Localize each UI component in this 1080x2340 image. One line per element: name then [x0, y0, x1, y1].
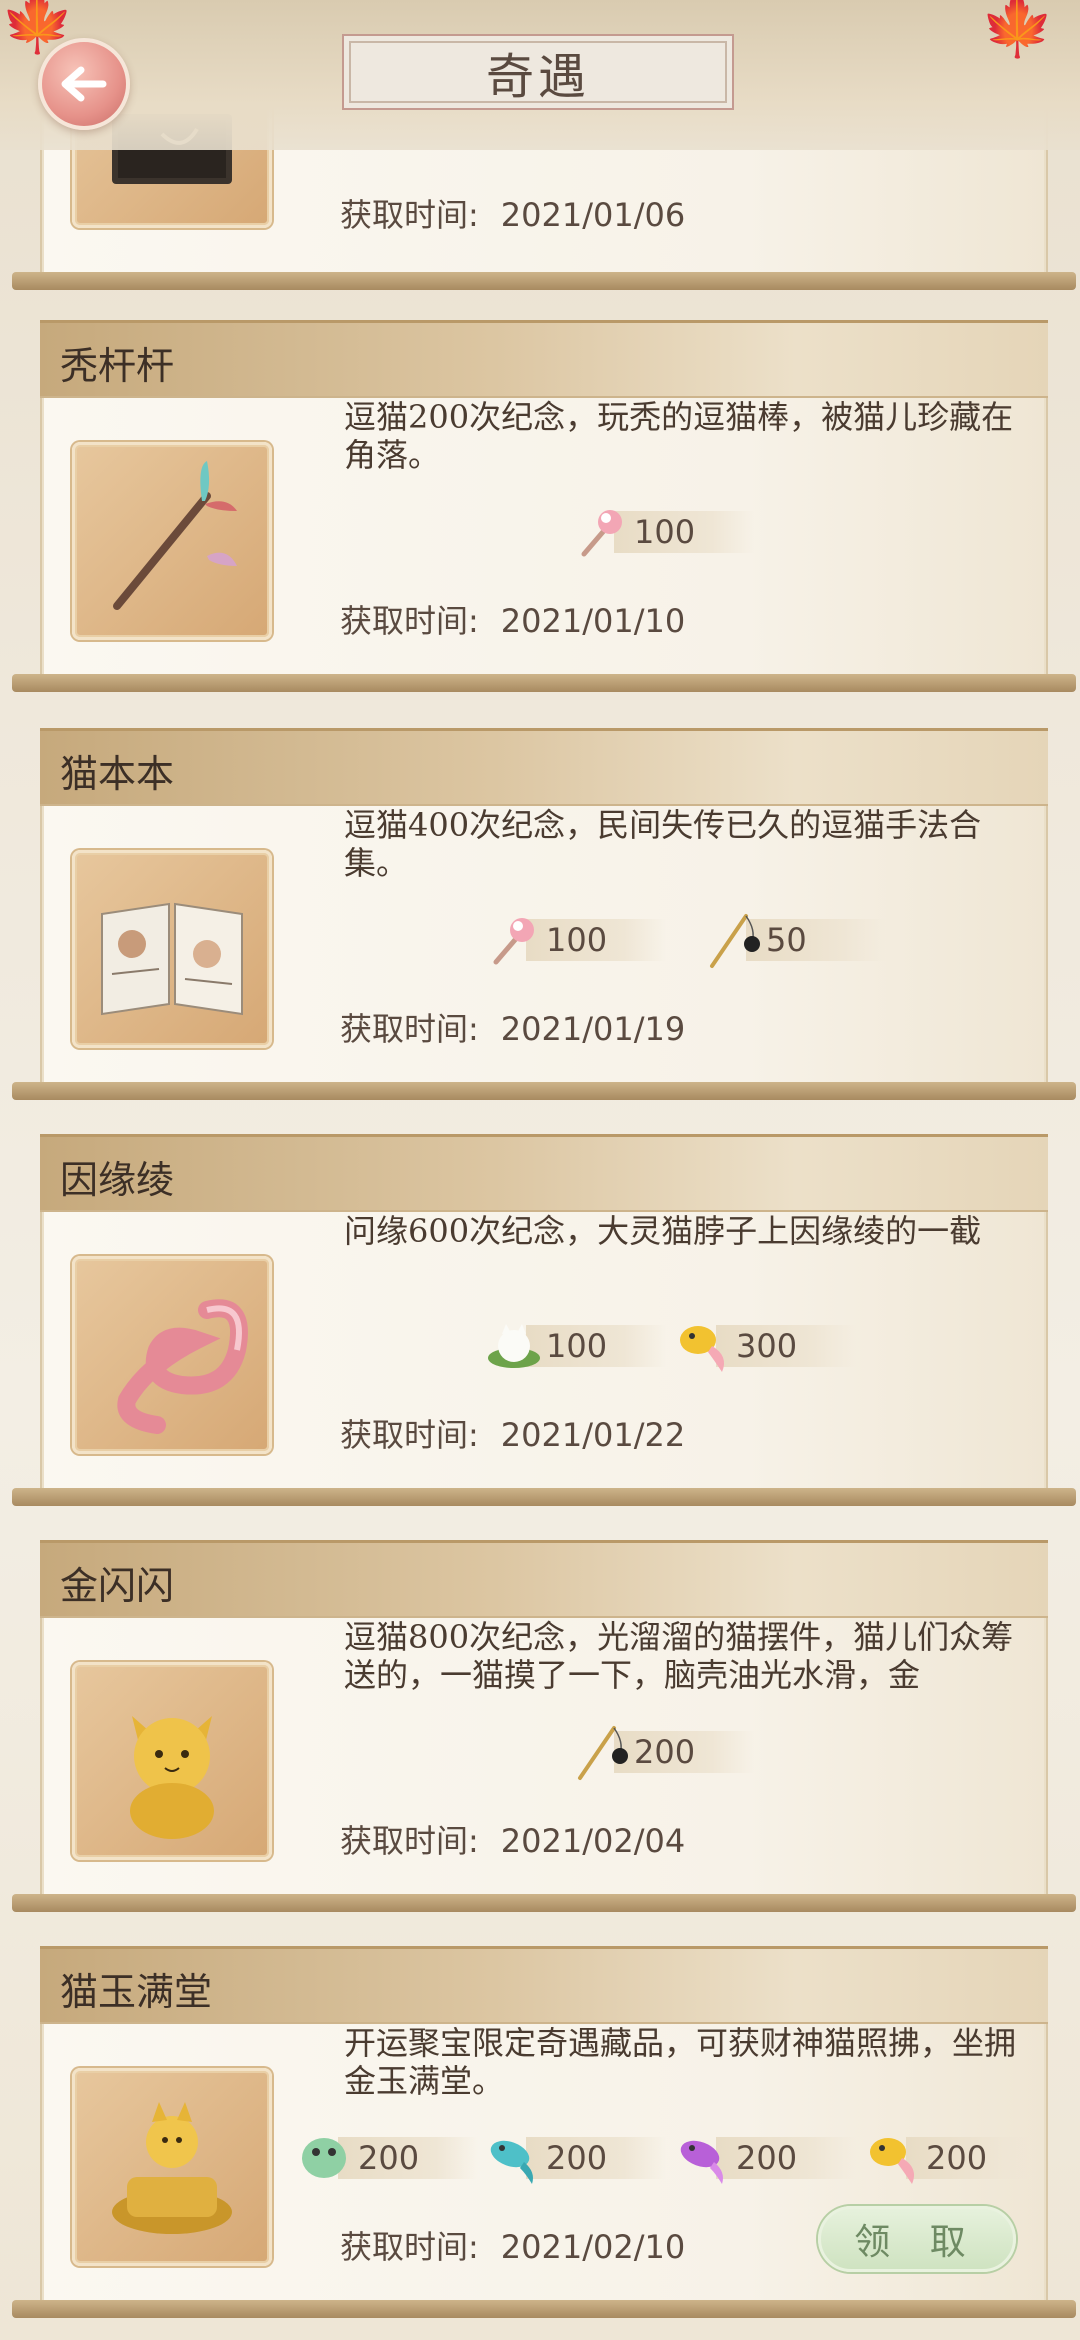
collection-card: 秃杆杆 逗猫200次纪念，玩秃的逗猫棒，被猫儿珍藏在角落。 100 获取时间: 2… [12, 320, 1076, 692]
reward-value: 100 [526, 919, 666, 961]
card-header: 猫玉满堂 [40, 1946, 1048, 2024]
item-description: 逗猫800次纪念，光溜溜的猫摆件，猫儿们众筹送的，一猫摸了一下，脑壳油光水滑，金 [344, 1618, 1014, 1694]
item-description: 开运聚宝限定奇遇藏品，可获财神猫照拂，坐拥金玉满堂。 [344, 2024, 1017, 2100]
collection-card: 金闪闪 逗猫800次纪念，光溜溜的猫摆件，猫儿们众筹送的，一猫摸了一下，脑壳油光… [12, 1540, 1076, 1912]
item-name: 金闪闪 [60, 1564, 175, 1608]
card-base [12, 2300, 1076, 2318]
reward-item: 200 [674, 2136, 856, 2184]
obtained-time: 获取时间: 2021/01/22 [340, 1416, 686, 1454]
obtained-time: 获取时间: 2021/01/06 [340, 196, 686, 234]
fluffy-wand-icon [484, 910, 544, 970]
reward-item: 200 [572, 1726, 754, 1780]
card-header: 金闪闪 [40, 1540, 1048, 1618]
card-base [12, 1488, 1076, 1506]
back-button[interactable] [38, 38, 130, 130]
reward-item: 100 [484, 1324, 666, 1368]
card-header: 秃杆杆 [40, 320, 1048, 398]
card-base [12, 272, 1076, 290]
reward-item: 200 [484, 2136, 666, 2184]
rice-cat-icon [484, 1316, 544, 1376]
card-base [12, 674, 1076, 692]
collection-list[interactable]: 获取时间: 2021/01/06 秃杆杆 逗猫200次纪念，玩秃的逗猫棒，被猫儿珍… [0, 0, 1080, 2340]
fluffy-wand-icon [572, 502, 632, 562]
reward-value: 100 [614, 511, 754, 553]
top-bar: 🍁 🍁 奇遇 [0, 0, 1080, 150]
collection-card: 猫本本 逗猫400次纪念，民间失传已久的逗猫手法合集。 100 50 获取时间:… [12, 728, 1076, 1100]
card-base [12, 1082, 1076, 1100]
item-thumbnail[interactable] [72, 442, 272, 640]
book-icon [101, 902, 243, 1016]
fishing-rod-icon [572, 1722, 632, 1782]
maple-leaf-icon: 🍁 [980, 0, 1055, 61]
card-header: 猫本本 [40, 728, 1048, 806]
gold-fish-icon [864, 2128, 924, 2188]
item-name: 秃杆杆 [60, 344, 175, 388]
collection-card: 猫玉满堂 开运聚宝限定奇遇藏品，可获财神猫照拂，坐拥金玉满堂。 200 200 … [12, 1946, 1076, 2318]
reward-item: 300 [674, 1324, 856, 1372]
ribbon-icon [117, 1299, 248, 1434]
claim-button[interactable]: 领 取 [818, 2206, 1016, 2272]
reward-value: 100 [526, 1325, 666, 1367]
obtained-time: 获取时间: 2021/01/10 [340, 602, 686, 640]
item-name: 因缘绫 [60, 1158, 175, 1202]
item-description: 问缘600次纪念，大灵猫脖子上因缘绫的一截 [344, 1212, 982, 1250]
reward-item: 100 [484, 918, 666, 965]
reward-value: 200 [338, 2137, 478, 2179]
reward-value: 200 [716, 2137, 856, 2179]
golden-cat-icon [130, 1716, 214, 1839]
card-base [12, 1894, 1076, 1912]
item-thumbnail[interactable] [72, 1256, 272, 1454]
reward-item: 200 [296, 2136, 478, 2180]
item-description: 逗猫200次纪念，玩秃的逗猫棒，被猫儿珍藏在角落。 [344, 398, 1014, 474]
treasure-cat-icon [112, 2102, 232, 2234]
item-thumbnail[interactable] [72, 1662, 272, 1860]
gold-fish-icon [674, 1316, 734, 1376]
reward-value: 200 [526, 2137, 666, 2179]
reward-item: 200 [864, 2136, 1046, 2184]
item-thumbnail[interactable] [72, 850, 272, 1048]
obtained-time: 获取时间: 2021/02/10 [340, 2228, 686, 2266]
card-header: 因缘绫 [40, 1134, 1048, 1212]
back-arrow-icon [61, 66, 107, 102]
reward-value: 300 [716, 1325, 856, 1367]
reward-value: 200 [906, 2137, 1046, 2179]
green-fish-icon [296, 2128, 356, 2188]
obtained-time: 获取时间: 2021/01/19 [340, 1010, 686, 1048]
reward-item: 100 [572, 510, 754, 557]
collection-card: 因缘绫 问缘600次纪念，大灵猫脖子上因缘绫的一截 100 300 获取时间: 2… [12, 1134, 1076, 1506]
item-name: 猫本本 [60, 752, 175, 796]
page-title: 奇遇 [342, 34, 734, 110]
item-description: 逗猫400次纪念，民间失传已久的逗猫手法合集。 [344, 806, 982, 882]
fishing-rod-icon [704, 910, 764, 970]
obtained-time: 获取时间: 2021/02/04 [340, 1822, 686, 1860]
wand-icon [113, 461, 237, 610]
reward-value: 200 [614, 1731, 754, 1773]
purple-fish-icon [674, 2128, 734, 2188]
reward-value: 50 [746, 919, 886, 961]
item-name: 猫玉满堂 [60, 1970, 213, 2014]
reward-item: 50 [704, 914, 886, 968]
blue-fish-icon [484, 2128, 544, 2188]
item-thumbnail[interactable] [72, 2068, 272, 2266]
